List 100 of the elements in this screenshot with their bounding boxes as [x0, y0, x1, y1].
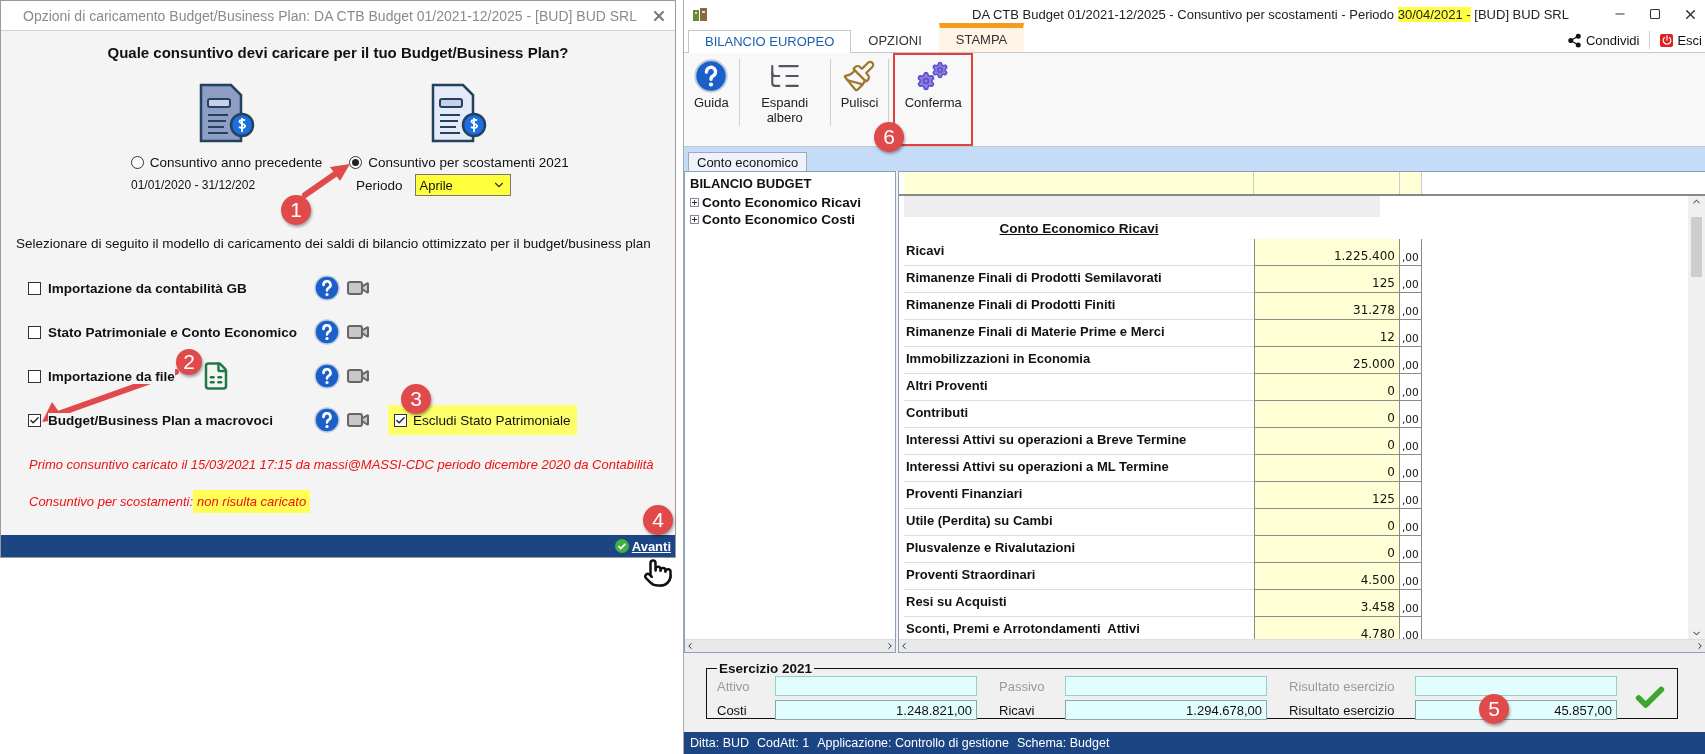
- amount-field[interactable]: 4.780: [1254, 617, 1400, 640]
- tree-item[interactable]: Conto Economico Costi: [702, 212, 855, 228]
- row-label: Rimanenze Finali di Materie Prime e Merci: [904, 320, 1254, 348]
- row-label: Plusvalenze e Rivalutazioni: [904, 536, 1254, 564]
- checkbox-label: Escludi Stato Patrimoniale: [413, 412, 571, 428]
- brush-icon: [842, 58, 877, 93]
- decimals-cell: ,00: [1400, 401, 1422, 429]
- decimals-cell: ,00: [1400, 266, 1422, 294]
- checkbox[interactable]: [28, 413, 41, 427]
- question: Quale consuntivo devi caricare per il tuo Budget/Business Plan?: [106, 44, 570, 61]
- share-button[interactable]: Condividi: [1562, 32, 1644, 48]
- radio-button[interactable]: [349, 156, 363, 169]
- row-label: Immobilizzazioni in Economia: [904, 347, 1254, 375]
- load-note: Primo consuntivo caricato il 15/03/2021 17:15 da massi@MASSI-CDC periodo dicembre 2020 da Contabilità: [28, 457, 655, 472]
- total-field[interactable]: 1.294.678,00: [1065, 700, 1267, 721]
- expand-icon[interactable]: [690, 198, 699, 208]
- help-icon[interactable]: [314, 319, 340, 345]
- section-title: Conto Economico Ricavi: [999, 220, 1159, 236]
- row-label: Rimanenze Finali di Prodotti Finiti: [904, 293, 1254, 321]
- amount-field[interactable]: 3.458: [1254, 590, 1400, 618]
- status-item: Ditta: BUD: [690, 736, 750, 751]
- help-icon[interactable]: [314, 407, 340, 433]
- scroll-left-icon[interactable]: [899, 641, 909, 652]
- tree-root[interactable]: BILANCIO BUDGET: [690, 176, 890, 192]
- decimals-cell: ,00: [1400, 320, 1422, 348]
- horizontal-scrollbar[interactable]: [899, 639, 1705, 653]
- checkbox[interactable]: [28, 281, 41, 295]
- checkbox-label: Importazione da file: [48, 368, 175, 384]
- row-label: Altri Proventi: [904, 374, 1254, 402]
- group-title: Esercizio 2021: [718, 661, 814, 677]
- decimals-cell: ,00: [1400, 347, 1422, 375]
- radio-label: Consuntivo per scostamenti 2021: [368, 155, 569, 170]
- status-item: CodAtt: 1: [757, 736, 810, 751]
- share-icon: [1566, 32, 1582, 48]
- ribbon-button[interactable]: Guida: [688, 52, 735, 147]
- field-label: Passivo: [998, 678, 1046, 694]
- scroll-left-icon[interactable]: [685, 641, 695, 652]
- row-label: Interessi Attivi su operazioni a Breve Termine: [904, 428, 1254, 456]
- amount-field[interactable]: 31.278: [1254, 293, 1400, 321]
- decimals-cell: ,00: [1400, 455, 1422, 483]
- help-icon[interactable]: [314, 275, 340, 301]
- document-icon: [430, 83, 488, 145]
- amount-field[interactable]: 0: [1254, 428, 1400, 456]
- row-label: Rimanenze Finali di Prodotti Semilavorati: [904, 266, 1254, 294]
- amount-field[interactable]: 1.225.400: [1254, 239, 1400, 267]
- help-icon[interactable]: [694, 58, 729, 93]
- field-label: Risultato esercizio: [1288, 702, 1396, 718]
- amount-field[interactable]: 125: [1254, 482, 1400, 510]
- amount-field[interactable]: 0: [1254, 401, 1400, 429]
- document-icon: [197, 83, 256, 145]
- scroll-right-icon[interactable]: [1695, 641, 1705, 652]
- scroll-thumb[interactable]: [1691, 217, 1702, 278]
- help-icon[interactable]: [314, 363, 340, 389]
- row-label: Interessi Attivi su operazioni a ML Termine: [904, 455, 1254, 483]
- decimals-cell: ,00: [1400, 374, 1422, 402]
- next-link[interactable]: Avanti: [631, 538, 671, 554]
- row-label: Resi su Acquisti: [904, 590, 1254, 618]
- vertical-scrollbar[interactable]: [1688, 196, 1705, 640]
- amount-field[interactable]: 125: [1254, 266, 1400, 294]
- amount-field[interactable]: 25.000: [1254, 347, 1400, 375]
- field-label: Ricavi: [998, 702, 1036, 718]
- decimals-cell: ,00: [1400, 293, 1422, 321]
- period-select[interactable]: Aprile: [414, 174, 511, 196]
- decimals-cell: ,00: [1400, 563, 1422, 591]
- sheet-tab[interactable]: Conto economico: [688, 152, 808, 172]
- app-icon: [692, 6, 708, 23]
- check-icon: [614, 539, 629, 553]
- amount-field[interactable]: 0: [1254, 509, 1400, 537]
- date-range: 01/01/2020 - 31/12/202: [131, 178, 256, 192]
- ribbon-tab[interactable]: BILANCIO EUROPEO: [688, 29, 852, 53]
- row-label: Proventi Straordinari: [904, 563, 1254, 591]
- decimals-cell: ,00: [1400, 428, 1422, 456]
- amount-field[interactable]: 0: [1254, 536, 1400, 564]
- exit-button[interactable]: Esci: [1656, 32, 1705, 48]
- row-label: Utile (Perdita) su Cambi: [904, 509, 1254, 537]
- scroll-right-icon[interactable]: [885, 641, 895, 652]
- row-label: Contributi: [904, 401, 1254, 429]
- tree-item[interactable]: Conto Economico Ricavi: [702, 195, 862, 211]
- ribbon-button[interactable]: Espandi albero: [743, 52, 826, 147]
- amount-field[interactable]: 4.500: [1254, 563, 1400, 591]
- ribbon-tab[interactable]: STAMPA: [938, 22, 1025, 52]
- horizontal-scrollbar[interactable]: [685, 639, 895, 653]
- status-item: Applicazione: Controllo di gestione: [817, 736, 1009, 751]
- expand-icon[interactable]: [690, 215, 699, 225]
- amount-field[interactable]: 12: [1254, 320, 1400, 348]
- radio-button[interactable]: [130, 156, 144, 169]
- row-label: Ricavi: [904, 239, 1254, 267]
- maximize-icon[interactable]: [1649, 8, 1661, 21]
- power-icon: [1660, 33, 1674, 47]
- amount-field[interactable]: 0: [1254, 374, 1400, 402]
- checkbox[interactable]: [394, 413, 407, 427]
- total-field[interactable]: 1.248.821,00: [775, 700, 977, 721]
- decimals-cell: ,00: [1400, 482, 1422, 510]
- period-label: Periodo: [356, 177, 403, 193]
- decimals-cell: ,00: [1400, 536, 1422, 564]
- field-label: Costi: [717, 702, 748, 718]
- checkbox[interactable]: [28, 325, 41, 339]
- amount-field[interactable]: 0: [1254, 455, 1400, 483]
- checkbox[interactable]: [28, 369, 41, 383]
- window-title: DA CTB Budget 01/2021-12/2025 - Consuntivo per scostamenti - Periodo 30/04/2021 - [BUD] BUD SRL: [971, 6, 1570, 22]
